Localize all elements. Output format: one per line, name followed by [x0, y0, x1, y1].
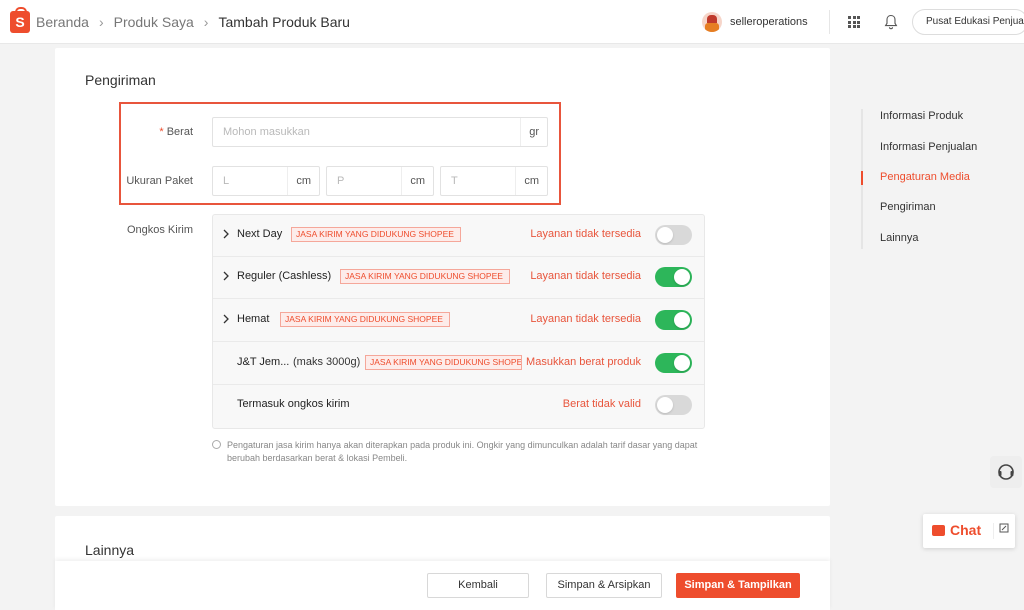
top-bar: S Beranda › Produk Saya › Tambah Produk …	[0, 0, 1024, 44]
breadcrumb: Beranda › Produk Saya › Tambah Produk Ba…	[36, 14, 350, 30]
chevron-right-icon[interactable]	[223, 314, 229, 324]
shipping-option-name: Termasuk ongkos kirim	[237, 398, 350, 410]
shipping-option-status: Layanan tidak tersedia	[530, 228, 641, 240]
breadcrumb-current: Tambah Produk Baru	[218, 13, 350, 30]
user-menu[interactable]: selleroperations	[702, 12, 808, 32]
shipping-option-row: J&T Jem... (maks 3000g) JASA KIRIM YANG …	[213, 343, 704, 385]
shipping-option-name: Reguler (Cashless)	[237, 270, 332, 282]
chevron-right-icon[interactable]	[223, 271, 229, 281]
shipping-toggle-included[interactable]	[655, 395, 692, 415]
nav-active-marker	[861, 171, 863, 185]
grid-apps-icon[interactable]	[848, 16, 860, 28]
shipping-section-title: Pengiriman	[85, 72, 156, 88]
chevron-right-icon: ›	[203, 13, 209, 30]
divider	[829, 10, 830, 34]
weight-input[interactable]: Mohon masukkan gr	[212, 117, 548, 147]
shipping-toggle-reguler[interactable]	[655, 267, 692, 287]
nav-item-product-info[interactable]: Informasi Produk	[880, 110, 963, 122]
shipping-option-row: Next Day JASA KIRIM YANG DIDUKUNG SHOPEE…	[213, 215, 704, 257]
other-section-title: Lainnya	[85, 542, 135, 558]
shipping-option-name: Next Day	[237, 228, 283, 240]
username: selleroperations	[730, 16, 808, 28]
shipping-toggle-jnt[interactable]	[655, 353, 692, 373]
shipping-option-row: Termasuk ongkos kirim Berat tidak valid	[213, 385, 704, 427]
shopee-supported-badge: JASA KIRIM YANG DIDUKUNG SHOPEE	[291, 227, 461, 242]
shipping-option-name: Hemat	[237, 313, 270, 325]
height-unit: cm	[515, 167, 547, 195]
weight-placeholder: Mohon masukkan	[223, 126, 310, 138]
shipping-option-status: Masukkan berat produk	[526, 356, 641, 368]
shipping-option-row: Hemat JASA KIRIM YANG DIDUKUNG SHOPEE La…	[213, 300, 704, 342]
save-archive-button[interactable]: Simpan & Arsipkan	[546, 573, 662, 598]
shipping-toggle-hemat[interactable]	[655, 310, 692, 330]
shipping-option-status: Layanan tidak tersedia	[530, 270, 641, 282]
length-unit: cm	[287, 167, 319, 195]
info-icon	[212, 440, 221, 449]
shipping-option-status: Berat tidak valid	[562, 398, 641, 410]
back-button[interactable]: Kembali	[427, 573, 529, 598]
chevron-right-icon[interactable]	[223, 229, 229, 239]
shipping-option-row: Reguler (Cashless) JASA KIRIM YANG DIDUK…	[213, 257, 704, 299]
headset-icon[interactable]	[990, 456, 1022, 488]
nav-item-sales-info[interactable]: Informasi Penjualan	[880, 141, 977, 153]
nav-item-other[interactable]: Lainnya	[880, 232, 919, 244]
breadcrumb-products[interactable]: Produk Saya	[114, 14, 194, 30]
width-placeholder: P	[337, 175, 345, 187]
chat-widget[interactable]: Chat	[923, 514, 1015, 548]
bell-icon[interactable]	[884, 14, 898, 30]
width-unit: cm	[401, 167, 433, 195]
save-show-button[interactable]: Simpan & Tampilkan	[676, 573, 800, 598]
shopee-supported-badge: JASA KIRIM YANG DIDUKUNG SHOPEE	[280, 312, 450, 327]
shipping-cost-label: Ongkos Kirim	[126, 224, 193, 236]
avatar	[702, 12, 722, 32]
shipping-note-text: Pengaturan jasa kirim hanya akan diterap…	[227, 440, 698, 463]
nav-item-media[interactable]: Pengaturan Media	[880, 171, 970, 183]
length-placeholder: L	[223, 175, 230, 187]
nav-item-shipping[interactable]: Pengiriman	[880, 201, 936, 213]
height-input[interactable]: T cm	[440, 166, 548, 196]
action-footer: Kembali Simpan & Arsipkan Simpan & Tampi…	[55, 561, 830, 610]
shopee-supported-badge: JASA KIRIM YANG DIDUKUNG SHOPEE	[340, 269, 510, 284]
height-placeholder: T	[451, 175, 458, 187]
shipping-option-name: J&T Jem...	[237, 356, 290, 368]
chevron-right-icon: ›	[98, 13, 104, 30]
divider	[993, 523, 994, 539]
chat-bubble-icon	[932, 525, 945, 536]
weight-label: * Berat	[159, 126, 193, 138]
shipping-toggle-next-day[interactable]	[655, 225, 692, 245]
shopee-logo-icon[interactable]: S	[10, 6, 30, 33]
shipping-options-table: Next Day JASA KIRIM YANG DIDUKUNG SHOPEE…	[212, 214, 705, 429]
shipping-option-status: Layanan tidak tersedia	[530, 313, 641, 325]
package-size-label: Ukuran Paket	[126, 175, 193, 187]
expand-icon[interactable]	[999, 523, 1009, 533]
weight-unit: gr	[520, 118, 547, 146]
width-input[interactable]: P cm	[326, 166, 434, 196]
required-mark: *	[159, 126, 164, 138]
shipping-info-note: Pengaturan jasa kirim hanya akan diterap…	[212, 439, 712, 465]
chat-label: Chat	[950, 522, 982, 538]
seller-education-button[interactable]: Pusat Edukasi Penjual	[912, 9, 1024, 35]
breadcrumb-home[interactable]: Beranda	[36, 14, 89, 30]
shipping-option-max-weight: (maks 3000g)	[293, 356, 361, 368]
shipping-card: Pengiriman * Berat Mohon masukkan gr Ukur…	[55, 48, 830, 506]
length-input[interactable]: L cm	[212, 166, 320, 196]
shopee-supported-badge: JASA KIRIM YANG DIDUKUNG SHOPEE	[365, 355, 522, 370]
